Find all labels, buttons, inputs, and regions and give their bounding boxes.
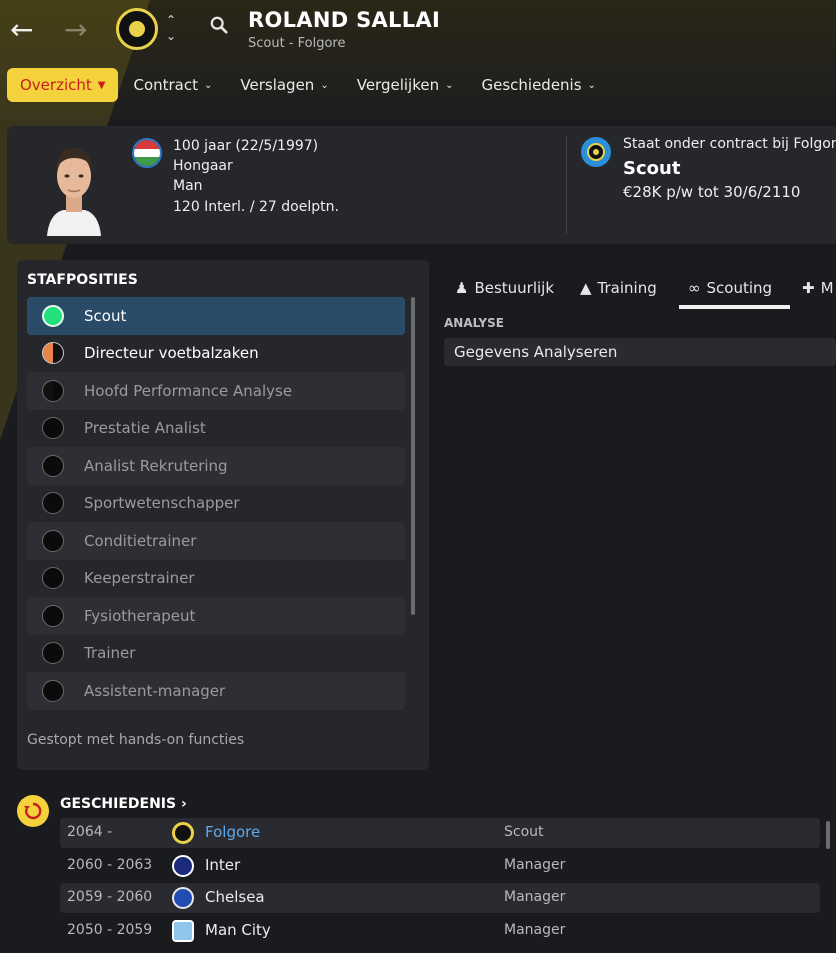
active-tab-indicator: [679, 305, 790, 309]
table-row[interactable]: 2059 - 2060 Chelsea Manager: [60, 883, 820, 913]
tab-vergelijken[interactable]: Vergelijken ⌄: [344, 68, 467, 102]
staff-positions-panel: STAFPOSITIES Scout Directeur voetbalzake…: [17, 260, 429, 770]
history-scrollbar[interactable]: [826, 821, 830, 849]
table-row[interactable]: 2064 - Folgore Scout: [60, 818, 820, 848]
contract-wage: €28K p/w tot 30/6/2110: [623, 183, 801, 201]
tab-bestuurlijk[interactable]: ♟ Bestuurlijk: [455, 268, 554, 308]
search-icon[interactable]: [210, 16, 228, 34]
status-half-icon: [42, 492, 64, 515]
table-row[interactable]: 2050 - 2059 Man City Manager: [60, 916, 820, 946]
list-item[interactable]: Assistent-manager: [27, 672, 405, 710]
list-item[interactable]: Keeperstrainer: [27, 560, 405, 598]
list-item[interactable]: Trainer: [27, 635, 405, 673]
divider: [566, 136, 567, 234]
analysis-row[interactable]: Gegevens Analyseren: [444, 338, 836, 366]
person-icon: ♟: [455, 279, 469, 297]
status-green-icon: [42, 304, 64, 327]
club-badge-icon[interactable]: [116, 8, 158, 50]
main-tabs: Overzicht ▼ Contract ⌄ Verslagen ⌄ Vergelij…: [7, 68, 611, 102]
list-item[interactable]: Prestatie Analist: [27, 410, 405, 448]
chelsea-badge-icon: [172, 887, 194, 909]
role-list: Scout Directeur voetbalzaken Hoofd Perfo…: [27, 297, 405, 722]
panel-footer-note: Gestopt met hands-on functies: [27, 732, 245, 748]
man-city-badge-icon: [172, 920, 194, 942]
list-item[interactable]: Sportwetenschapper: [27, 485, 405, 523]
tab-geschiedenis[interactable]: Geschiedenis ⌄: [468, 68, 608, 102]
list-item[interactable]: Conditietrainer: [27, 522, 405, 560]
history-icon: [17, 795, 49, 827]
list-item[interactable]: Scout: [27, 297, 405, 335]
inter-badge-icon: [172, 855, 194, 877]
contract-club-badge-icon[interactable]: [581, 137, 611, 167]
status-half-icon: [42, 454, 64, 477]
back-arrow-icon[interactable]: ←: [10, 16, 33, 44]
up-down-chevron-icon[interactable]: ⌃ ⌄: [166, 12, 176, 44]
chevron-down-icon: ⌄: [204, 79, 213, 91]
status-half-icon: [42, 642, 64, 665]
contract-line: Staat onder contract bij Folgore: [623, 136, 836, 152]
status-half-icon: [42, 529, 64, 552]
panel-title: STAFPOSITIES: [27, 272, 138, 288]
player-subtitle: Scout - Folgore: [248, 36, 346, 51]
status-half-icon: [42, 679, 64, 702]
status-half-icon: [42, 379, 64, 402]
tab-training[interactable]: ▲ Training: [580, 268, 657, 308]
contract-role: Scout: [623, 158, 681, 179]
nationality: Hongaar: [173, 158, 233, 174]
status-half-icon: [42, 604, 64, 627]
status-half-icon: [42, 417, 64, 440]
tab-contract[interactable]: Contract ⌄: [120, 68, 225, 102]
tab-verslagen[interactable]: Verslagen ⌄: [227, 68, 341, 102]
medical-kit-icon: ✚: [802, 279, 815, 297]
list-item[interactable]: Hoofd Performance Analyse: [27, 372, 405, 410]
gender: Man: [173, 178, 203, 194]
binoculars-icon: ∞: [688, 279, 701, 297]
hungary-flag-icon: [132, 138, 162, 168]
club-link[interactable]: Folgore: [205, 823, 260, 841]
history-title[interactable]: GESCHIEDENIS ›: [60, 796, 187, 812]
folgore-badge-icon: [172, 822, 194, 844]
chevron-down-icon: ⌄: [320, 79, 329, 91]
role-list-scrollbar[interactable]: [411, 297, 415, 615]
list-item[interactable]: Analist Rekrutering: [27, 447, 405, 485]
analysis-section-title: ANALYSE: [444, 316, 504, 330]
tab-medical[interactable]: ✚ M: [802, 268, 834, 308]
player-avatar: [47, 148, 101, 236]
status-half-icon: [42, 567, 64, 590]
list-item[interactable]: Fysiotherapeut: [27, 597, 405, 635]
chevron-down-icon: ▼: [97, 79, 106, 91]
table-row[interactable]: 2060 - 2063 Inter Manager: [60, 851, 820, 881]
age-line: 100 jaar (22/5/1997): [173, 138, 319, 154]
forward-arrow-icon[interactable]: →: [64, 16, 87, 44]
chevron-down-icon: ⌄: [445, 79, 454, 91]
caps-line: 120 Interl. / 27 doelptn.: [173, 199, 339, 215]
tab-overzicht[interactable]: Overzicht ▼: [7, 68, 119, 102]
list-item[interactable]: Directeur voetbalzaken: [27, 335, 405, 373]
chevron-down-icon: ⌄: [587, 79, 596, 91]
tab-scouting[interactable]: ∞ Scouting: [688, 268, 772, 308]
player-name: ROLAND SALLAI: [248, 8, 441, 32]
cone-icon: ▲: [580, 279, 592, 297]
status-partial-icon: [42, 342, 64, 365]
